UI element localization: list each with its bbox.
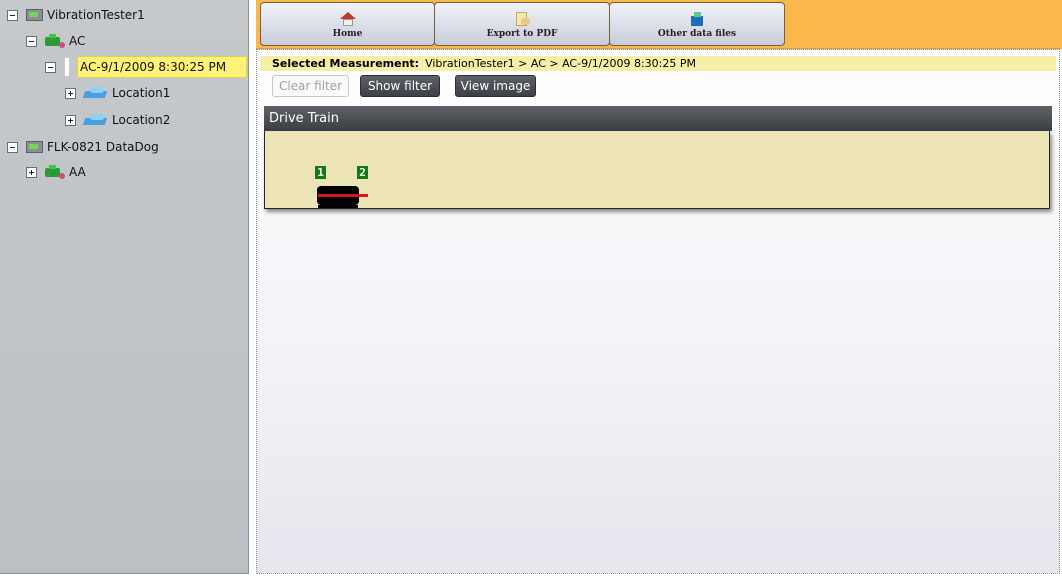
tree-node-measurement[interactable]: AC-9/1/2009 8:30:25 PM — [45, 57, 226, 77]
home-icon — [339, 12, 357, 26]
tree-node-label: AA — [69, 165, 86, 179]
device-icon — [26, 141, 43, 153]
asset-tree: VibrationTester1 AC AC-9/1/2009 8:30:25 … — [0, 0, 249, 574]
tree-node-label: Location2 — [112, 113, 171, 127]
location-icon — [82, 86, 108, 100]
measurement-icon — [64, 57, 70, 77]
collapse-icon[interactable] — [26, 35, 37, 47]
machine-icon — [45, 34, 65, 48]
selected-measurement-path: VibrationTester1 > AC > AC-9/1/2009 8:30… — [425, 57, 697, 70]
tree-node-flk-0821-datadog[interactable]: FLK-0821 DataDog — [7, 137, 159, 157]
other-data-files-button-label: Other data files — [657, 29, 737, 39]
tree-node-label: AC-9/1/2009 8:30:25 PM — [80, 60, 227, 74]
expand-icon[interactable] — [65, 87, 76, 99]
other-data-files-button[interactable]: Other data files — [609, 2, 785, 46]
collapse-icon[interactable] — [7, 141, 18, 153]
home-button[interactable]: Home — [260, 2, 435, 46]
expand-icon[interactable] — [65, 114, 76, 126]
expand-icon[interactable] — [26, 166, 37, 178]
tree-node-location1[interactable]: Location1 — [65, 83, 170, 103]
export-pdf-button[interactable]: Export to PDF — [434, 2, 610, 46]
selected-measurement-prefix: Selected Measurement: — [272, 57, 420, 70]
collapse-icon[interactable] — [45, 61, 56, 73]
tree-node-vibrationtester1[interactable]: VibrationTester1 — [7, 5, 145, 25]
selected-measurement-bar: Selected Measurement: VibrationTester1 > … — [260, 56, 1056, 71]
collapse-icon[interactable] — [7, 9, 18, 21]
measurement-point-1[interactable]: 1 — [315, 166, 326, 179]
tree-node-location2[interactable]: Location2 — [65, 110, 170, 130]
tree-node-label: Location1 — [112, 86, 171, 100]
tree-node-ac[interactable]: AC — [26, 31, 85, 51]
tree-node-label: VibrationTester1 — [47, 8, 145, 22]
measurement-point-2[interactable]: 2 — [357, 166, 368, 179]
clear-filter-button[interactable]: Clear filter — [272, 75, 349, 97]
pdf-export-icon — [513, 12, 531, 26]
device-icon — [26, 9, 43, 21]
motor-icon[interactable] — [316, 186, 368, 210]
location-icon — [82, 113, 108, 127]
drive-train-panel — [264, 131, 1050, 209]
data-files-icon — [688, 12, 706, 26]
show-filter-button[interactable]: Show filter — [360, 75, 440, 97]
tree-node-label: AC — [69, 34, 86, 48]
toolbar: Home Export to PDF Other data files — [256, 0, 1062, 49]
tree-node-label: FLK-0821 DataDog — [47, 140, 159, 154]
drive-train-header: Drive Train — [264, 106, 1052, 131]
export-pdf-button-label: Export to PDF — [486, 29, 558, 39]
home-button-label: Home — [332, 29, 363, 39]
view-image-button[interactable]: View image — [455, 75, 536, 97]
machine-icon — [45, 165, 65, 179]
tree-node-aa[interactable]: AA — [26, 162, 86, 182]
